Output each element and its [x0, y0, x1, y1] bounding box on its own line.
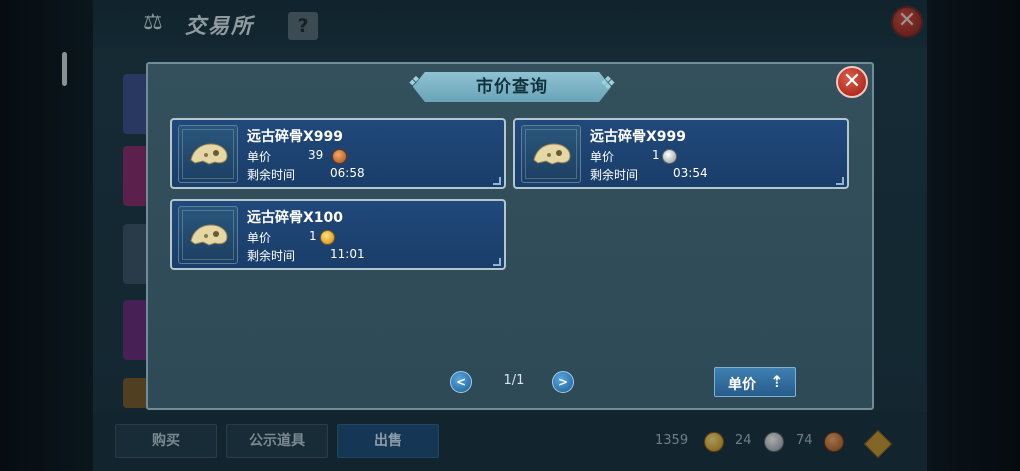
next-page-button[interactable]: > [552, 371, 574, 393]
sort-by-price-button[interactable]: 单价 ⇡ [714, 367, 796, 397]
sort-arrow-icon: ⇡ [770, 372, 784, 391]
dialog-close-button[interactable]: ✕ [836, 66, 868, 98]
dialog-title-banner: 市价查询 [413, 72, 611, 102]
price-value: 1 [309, 229, 317, 243]
price-value: 39 [308, 148, 324, 162]
market-price-dialog: ❖ 市价查询 ❖ ✕ 远古碎骨X999 单价 39 剩余时间 06:58 [146, 62, 874, 410]
page-indicator: 1/1 [503, 373, 525, 388]
remaining-time-label: 剩余时间 [247, 249, 296, 263]
ancient-bone-icon [190, 224, 228, 246]
remaining-time-value: 11:01 [330, 247, 365, 261]
sort-button-label: 单价 [728, 377, 756, 393]
price-value: 1 [652, 148, 660, 162]
item-name: 远古碎骨X999 [590, 129, 687, 145]
ancient-bone-icon [190, 143, 228, 165]
item-icon-frame [178, 206, 238, 264]
remaining-time-value: 06:58 [330, 166, 365, 180]
copper-coin-icon [332, 149, 347, 164]
item-name: 远古碎骨X100 [247, 210, 344, 226]
price-label: 单价 [247, 231, 272, 245]
dialog-title: 市价查询 [476, 77, 548, 97]
item-name: 远古碎骨X999 [247, 129, 344, 145]
corner-marker-icon [493, 177, 501, 185]
prev-page-button[interactable]: < [450, 371, 472, 393]
ancient-bone-icon [533, 143, 571, 165]
listing-card[interactable]: 远古碎骨X100 单价 1 剩余时间 11:01 [170, 199, 506, 270]
corner-marker-icon [493, 258, 501, 266]
ornament-right-icon: ❖ [599, 73, 617, 94]
listing-card[interactable]: 远古碎骨X999 单价 39 剩余时间 06:58 [170, 118, 506, 189]
remaining-time-label: 剩余时间 [247, 168, 296, 182]
price-label: 单价 [247, 150, 272, 164]
item-icon-frame [178, 125, 238, 183]
listing-card[interactable]: 远古碎骨X999 单价 1 剩余时间 03:54 [513, 118, 849, 189]
item-icon-frame [521, 125, 581, 183]
remaining-time-label: 剩余时间 [590, 168, 639, 182]
price-label: 单价 [590, 150, 615, 164]
gold-coin-icon [320, 230, 335, 245]
remaining-time-value: 03:54 [673, 166, 708, 180]
silver-coin-icon [662, 149, 677, 164]
corner-marker-icon [836, 177, 844, 185]
